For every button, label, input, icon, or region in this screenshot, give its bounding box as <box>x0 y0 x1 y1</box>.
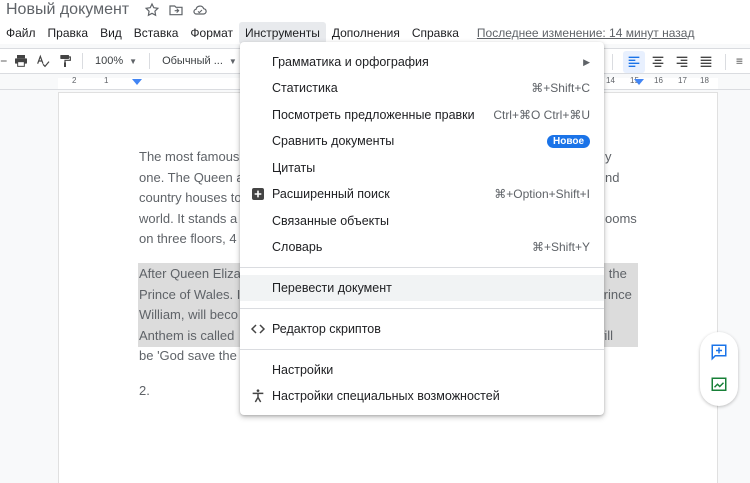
menu-insert[interactable]: Вставка <box>128 22 185 44</box>
menu-item-shortcut: ⌘+Shift+Y <box>531 240 590 254</box>
menu-divider <box>240 267 604 268</box>
text-line: y <box>605 149 612 164</box>
menu-item-shortcut: Ctrl+⌘O Ctrl+⌘U <box>493 108 590 122</box>
paragraph-1-right: y nd ooms <box>605 147 645 229</box>
menu-item-translate-document[interactable]: Перевести документ <box>240 275 604 301</box>
text-line: nd <box>605 169 620 185</box>
ruler-number: 18 <box>700 76 709 85</box>
menu-edit[interactable]: Правка <box>42 22 95 44</box>
last-edit-link[interactable]: Последнее изменение: 14 минут назад <box>477 26 695 40</box>
menu-item-preferences[interactable]: Настройки <box>240 357 604 383</box>
menu-item-label: Цитаты <box>272 161 316 175</box>
alignment-group <box>612 51 744 73</box>
ruler-number: 17 <box>678 76 687 85</box>
menu-item-label: Грамматика и орфография <box>272 55 429 69</box>
menu-bar: Файл Правка Вид Вставка Формат Инструмен… <box>0 22 750 44</box>
side-actions <box>700 332 738 406</box>
spellcheck-icon[interactable] <box>32 50 54 72</box>
zoom-value: 100% <box>95 55 124 67</box>
menu-item-grammar[interactable]: Грамматика и орфография ▶ <box>240 49 604 75</box>
cloud-status-icon[interactable] <box>192 2 208 18</box>
chevron-down-icon: ▼ <box>129 56 138 66</box>
menu-item-shortcut: ⌘+Shift+C <box>531 81 590 95</box>
menu-tools[interactable]: Инструменты <box>239 22 326 44</box>
new-badge: Новое <box>546 134 590 148</box>
document-title[interactable]: Новый документ <box>6 0 129 20</box>
submenu-arrow-icon: ▶ <box>583 56 590 67</box>
menu-item-label: Перевести документ <box>272 281 392 295</box>
menu-view[interactable]: Вид <box>94 22 128 44</box>
menu-item-label: Настройки специальных возможностей <box>272 389 500 403</box>
code-icon <box>250 324 266 334</box>
print-icon[interactable] <box>10 50 32 72</box>
toolbar-divider <box>612 54 613 70</box>
ruler-number: 14 <box>606 76 615 85</box>
redo-icon[interactable] <box>0 50 10 72</box>
text-line <box>605 188 645 209</box>
ruler-number: 2 <box>72 76 77 85</box>
menu-divider <box>240 308 604 309</box>
menu-item-script-editor[interactable]: Редактор скриптов <box>240 316 604 342</box>
menu-item-label: Посмотреть предложенные правки <box>272 108 475 122</box>
menu-item-label: Редактор скриптов <box>272 322 381 336</box>
menu-item-review-suggestions[interactable]: Посмотреть предложенные правки Ctrl+⌘O C… <box>240 102 604 128</box>
align-left-icon[interactable] <box>623 51 645 73</box>
chevron-down-icon: ▼ <box>228 56 237 66</box>
title-bar: Новый документ <box>0 0 750 22</box>
menu-item-shortcut: ⌘+Option+Shift+I <box>494 187 590 201</box>
menu-item-linked-objects[interactable]: Связанные объекты <box>240 208 604 234</box>
menu-item-explore[interactable]: Расширенный поиск ⌘+Option+Shift+I <box>240 181 604 207</box>
menu-item-word-count[interactable]: Статистика ⌘+Shift+C <box>240 75 604 101</box>
menu-help[interactable]: Справка <box>406 22 465 44</box>
toolbar-divider <box>149 53 151 69</box>
menu-item-label: Словарь <box>272 240 323 254</box>
zoom-select[interactable]: 100% ▼ <box>89 55 143 67</box>
menu-format[interactable]: Формат <box>184 22 239 44</box>
align-center-icon[interactable] <box>647 51 669 73</box>
tools-menu: Грамматика и орфография ▶ Статистика ⌘+S… <box>240 42 604 415</box>
menu-item-label: Сравнить документы <box>272 134 395 148</box>
accessibility-icon <box>252 389 264 403</box>
style-value: Обычный ... <box>162 55 223 67</box>
menu-item-compare-documents[interactable]: Сравнить документы Новое <box>240 128 604 154</box>
menu-divider <box>240 349 604 350</box>
menu-item-label: Настройки <box>272 363 334 377</box>
text-line: ooms <box>605 210 637 226</box>
menu-item-label: Статистика <box>272 81 338 95</box>
left-indent-marker[interactable] <box>132 79 142 85</box>
align-justify-icon[interactable] <box>695 51 717 73</box>
menu-addons[interactable]: Дополнения <box>326 22 406 44</box>
folder-move-icon[interactable] <box>168 2 184 18</box>
menu-item-label: Расширенный поиск <box>272 187 390 201</box>
menu-item-citations[interactable]: Цитаты <box>240 155 604 181</box>
style-select[interactable]: Обычный ... ▼ <box>156 55 243 67</box>
star-icon[interactable] <box>144 2 160 18</box>
ruler-number: 16 <box>654 76 663 85</box>
align-right-icon[interactable] <box>671 51 693 73</box>
menu-file[interactable]: Файл <box>0 22 42 44</box>
ruler-number: 1 <box>104 76 109 85</box>
paint-format-icon[interactable] <box>54 50 76 72</box>
toolbar-divider <box>82 53 83 69</box>
menu-item-dictionary[interactable]: Словарь ⌘+Shift+Y <box>240 234 604 260</box>
menu-item-accessibility[interactable]: Настройки специальных возможностей <box>240 383 604 409</box>
right-indent-marker[interactable] <box>634 79 644 85</box>
explore-plus-icon <box>252 188 264 200</box>
title-icons <box>144 2 208 18</box>
toolbar-divider <box>725 54 726 70</box>
menu-item-label: Связанные объекты <box>272 214 389 228</box>
more-icon[interactable] <box>734 51 744 73</box>
